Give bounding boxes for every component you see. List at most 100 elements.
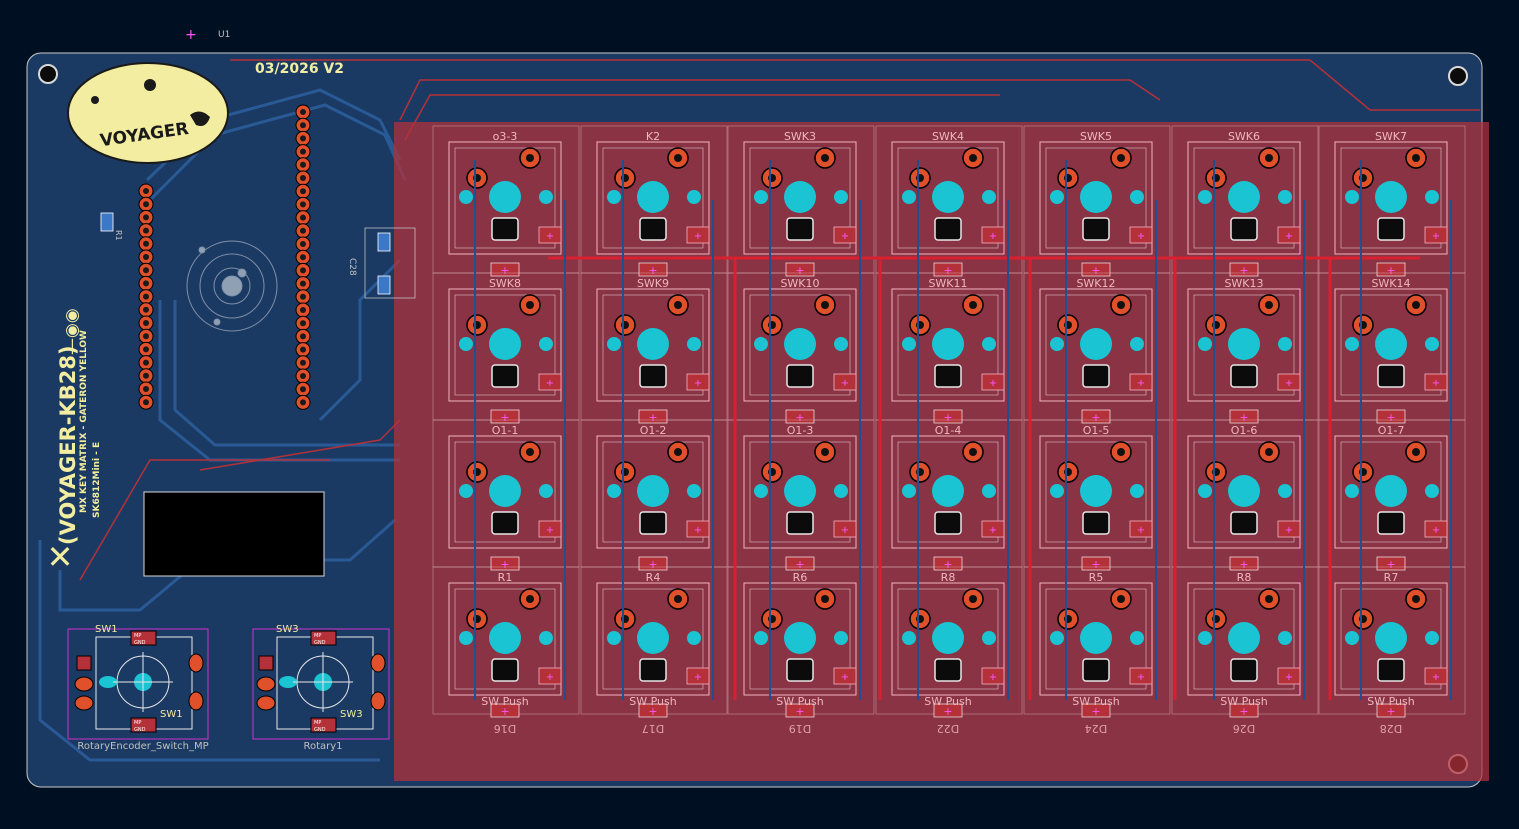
sw3-ref: SW3 [276, 624, 299, 635]
key-label: SWK3 [784, 130, 816, 143]
svg-text:+: + [943, 558, 952, 571]
svg-text:+: + [546, 378, 554, 389]
svg-text:+: + [841, 378, 849, 389]
svg-text:+: + [1137, 231, 1145, 242]
svg-text:GND: GND [134, 727, 146, 733]
key-label: o3-3 [493, 130, 518, 143]
svg-text:+: + [1432, 525, 1440, 536]
svg-text:+: + [1091, 411, 1100, 424]
svg-text:+: + [1137, 525, 1145, 536]
svg-text:+: + [546, 672, 554, 683]
key-label: O1-3 [787, 424, 814, 437]
sw1-value: RotaryEncoder_Switch_MP [77, 741, 208, 752]
svg-text:+: + [694, 525, 702, 536]
key-label: R4 [646, 571, 661, 584]
svg-text:MP: MP [314, 720, 321, 726]
key-label: R6 [793, 571, 808, 584]
key-label: K2 [646, 130, 660, 143]
diode-label: D26 [1233, 722, 1255, 735]
key-label: O1-6 [1231, 424, 1258, 437]
svg-text:+: + [989, 231, 997, 242]
pcb-viewport[interactable]: VOYAGER 03/2026 V2 U1 + R1 C28 (VOYAGER-… [0, 0, 1519, 825]
svg-text:+: + [648, 264, 657, 277]
key-label: O1-1 [492, 424, 519, 437]
voyager-symbol-icon: ✕ [47, 538, 74, 576]
svg-text:+: + [1386, 411, 1395, 424]
diode-label: D16 [494, 722, 516, 735]
oled-display [143, 491, 325, 577]
key-label: R7 [1384, 571, 1399, 584]
board-subtitle2: SK6812Mini - E [92, 442, 102, 518]
board-title: (VOYAGER-KB28) [56, 345, 80, 545]
svg-text:+: + [1285, 231, 1293, 242]
svg-text:+: + [795, 558, 804, 571]
svg-text:+: + [795, 264, 804, 277]
svg-text:R1: R1 [114, 230, 123, 241]
svg-text:SW1: SW1 [160, 709, 183, 720]
svg-text:+: + [989, 672, 997, 683]
svg-text:+: + [694, 231, 702, 242]
key-label: SWK12 [1076, 277, 1115, 290]
key-label: SWK13 [1224, 277, 1263, 290]
key-label: SWK4 [932, 130, 964, 143]
svg-text:+: + [1285, 672, 1293, 683]
sw3-value: Rotary1 [303, 741, 342, 752]
svg-text:GND: GND [134, 640, 146, 646]
diode-label: D19 [789, 722, 811, 735]
svg-text:+: + [1239, 264, 1248, 277]
svg-text:+: + [1432, 231, 1440, 242]
svg-text:GND: GND [314, 640, 326, 646]
svg-text:+: + [1285, 525, 1293, 536]
svg-text:+: + [694, 378, 702, 389]
svg-text:MP: MP [134, 720, 141, 726]
svg-text:+: + [500, 411, 509, 424]
key-label: R1 [498, 571, 513, 584]
u1-label: U1 [218, 30, 230, 40]
svg-text:+: + [989, 525, 997, 536]
svg-text:+: + [1239, 558, 1248, 571]
pcb-canvas[interactable]: VOYAGER 03/2026 V2 U1 + R1 C28 (VOYAGER-… [0, 0, 1519, 825]
key-label: SWK14 [1371, 277, 1410, 290]
key-label: SWK11 [928, 277, 967, 290]
svg-text:+: + [648, 558, 657, 571]
svg-text:+: + [500, 558, 509, 571]
svg-text:+: + [1432, 378, 1440, 389]
key-label: R8 [1237, 571, 1252, 584]
sw1-ref: SW1 [95, 624, 118, 635]
key-label: R8 [941, 571, 956, 584]
key-label: O1-4 [935, 424, 962, 437]
key-label: SWK8 [489, 277, 521, 290]
svg-text:+: + [795, 411, 804, 424]
key-label: SWK9 [637, 277, 669, 290]
diode-label: D22 [937, 722, 959, 735]
origin-marker: + [185, 27, 197, 43]
mcu-header-right [295, 104, 311, 410]
svg-text:+: + [1386, 264, 1395, 277]
svg-text:+: + [648, 411, 657, 424]
key-label: O1-5 [1083, 424, 1110, 437]
svg-text:SW3: SW3 [340, 709, 363, 720]
push-label: SW Push [481, 695, 528, 708]
svg-text:MP: MP [314, 633, 321, 639]
svg-text:GND: GND [314, 727, 326, 733]
key-label: R5 [1089, 571, 1104, 584]
svg-text:+: + [989, 378, 997, 389]
key-label: O1-7 [1378, 424, 1405, 437]
mcu-header-left [138, 183, 154, 410]
date-version: 03/2026 V2 [255, 61, 344, 77]
svg-text:+: + [546, 231, 554, 242]
svg-text:+: + [694, 672, 702, 683]
key-label: SWK7 [1375, 130, 1407, 143]
key-label: SWK6 [1228, 130, 1260, 143]
svg-text:+: + [943, 264, 952, 277]
key-label: SWK5 [1080, 130, 1112, 143]
svg-text:+: + [1432, 672, 1440, 683]
svg-text:+: + [841, 231, 849, 242]
svg-text:+: + [1137, 378, 1145, 389]
svg-text:+: + [1239, 411, 1248, 424]
svg-text:C28: C28 [347, 258, 357, 276]
voyager-logo: VOYAGER [67, 62, 229, 164]
planet-graphic [186, 240, 278, 332]
svg-text:MP: MP [134, 633, 141, 639]
diode-label: D17 [642, 722, 664, 735]
